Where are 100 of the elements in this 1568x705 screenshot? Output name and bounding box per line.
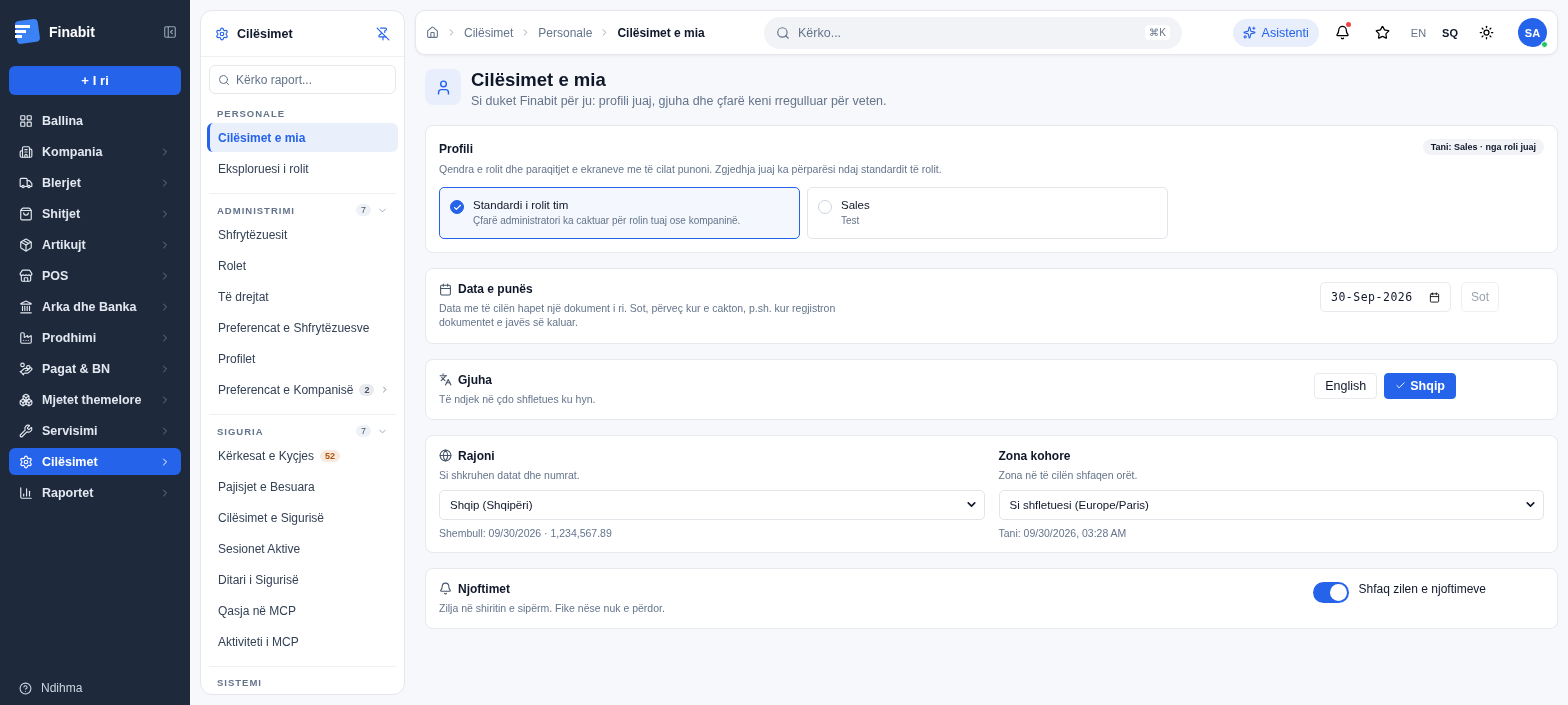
nav-item[interactable]: Pagat & BN [9,355,181,382]
panel-title: Cilësimet [237,26,294,41]
nav-icon [19,392,33,407]
nav-icon [19,144,33,159]
menu-item[interactable]: Qasja në MCP [207,596,398,625]
card-title: Rajoni [458,448,495,463]
nav-item[interactable]: Cilësimet [9,448,181,475]
card-description: Zona në të cilën shfaqen orët. [998,467,1139,482]
help-icon [19,681,32,695]
user-avatar[interactable]: SA [1518,18,1547,47]
menu-item[interactable]: Pajisjet e Besuara [207,472,398,501]
search-field[interactable]: Kërko raport... [209,65,396,94]
page-subtitle: Si duket Finabit për ju: profili juaj, gjuha dhe çfarë keni rregulluar për veten. [471,94,887,108]
nav-item[interactable]: Blerjet [9,169,181,196]
count-badge: 52 [320,449,341,462]
home-icon[interactable] [426,26,439,39]
menu-item[interactable]: Eksploruesi i rolit [207,154,398,183]
section-title: PERSONALE [217,108,287,119]
nav-icon [19,268,33,283]
nav-item[interactable]: Servisimi [9,417,181,444]
nav-item[interactable]: Shitjet [9,200,181,227]
nav-item[interactable]: Mjetet themelore [9,386,181,413]
menu-item[interactable]: Ditari i Sigurisë [207,565,398,594]
search-field[interactable]: Kërko... ⌘K [764,16,1182,49]
menu-item[interactable]: Preferencat e Kompanisë 2 [207,375,398,404]
card-title: Data e punës [458,282,533,297]
menu-item[interactable]: Të drejtat [207,282,398,311]
assistant-button[interactable]: Asistenti [1232,18,1319,47]
shortcut-hint: ⌘K [1145,25,1170,40]
card-title: Zona kohore [998,448,1071,463]
card-title: Njoftimet [458,581,510,596]
help-link[interactable]: Ndihma [9,681,181,695]
menu-item[interactable]: Preferencat e Shfrytëzuesve [207,313,398,342]
nav-item[interactable]: Prodhimi [9,324,181,351]
language-button[interactable]: Shqip [1384,372,1456,399]
settings-icon [215,26,229,41]
bell-icon [439,582,452,596]
nav-icon [19,361,33,376]
language-toggle[interactable]: SQ [1438,22,1462,43]
breadcrumb-link[interactable]: Cilësimet e mia [617,25,705,40]
toggle-switch[interactable] [1312,581,1349,603]
count-badge: 7 [356,204,371,216]
nav-icon [19,454,33,469]
user-icon [425,69,461,105]
sun-icon [1478,25,1494,40]
card-description: Zilja në shiritin e sipërm. Fike nëse nuk e përdor. [439,600,666,616]
radio-button[interactable] [450,200,464,215]
nav-icon [19,299,33,314]
menu-item[interactable]: Cilësimet e mia [207,123,398,152]
count-badge: 7 [356,425,371,437]
toggle-label: Shfaq zilen e njoftimeve [1358,581,1486,596]
example-text: Shembull: 09/30/2026 · 1,234,567.89 [439,526,613,539]
menu-item[interactable]: Sesionet Aktive [207,534,398,563]
card-description: Data me të cilën hapet një dokument i ri. Sot, përveç kur e cakton, p.sh. kur regjistron dokumentet e javës së kaluar. [439,301,837,330]
menu-item[interactable]: Rolet [207,251,398,280]
menu-item[interactable]: Kërkesat e Kyçjes 52 [207,441,398,470]
section-title: SIGURIA [217,425,265,437]
language-button[interactable]: English [1314,372,1378,399]
option-description: Çfarë administratori ka caktuar për rolin tuaj ose kompaninë. [473,215,741,227]
nav-item[interactable]: Raportet [9,479,181,506]
nav-item[interactable]: Kompania [9,138,181,165]
nav-item[interactable]: POS [9,262,181,289]
nav-icon [19,206,33,221]
card-description: Si shkruhen datat dhe numrat. [439,467,581,482]
region-select[interactable]: Shqip (Shqipëri) [439,489,985,520]
nav-icon [19,175,33,190]
check-icon [1395,380,1407,391]
translate-icon [439,373,452,386]
card-title: Profili [439,142,473,156]
app-name: Finabit [49,24,96,40]
menu-item[interactable]: Aktiviteti i MCP [207,627,398,656]
search-icon [218,73,230,86]
section-title: ADMINISTRIMI [217,204,296,216]
menu-item[interactable]: Shfrytëzuesit [207,220,398,249]
check-icon [452,202,462,212]
menu-item[interactable]: Profilet [207,344,398,373]
section-title: SISTEMI [217,677,263,688]
calendar-icon[interactable] [1429,291,1440,303]
status-pill: Tani: Sales · nga roli juaj [1422,139,1544,155]
breadcrumb-link[interactable]: Personale [538,25,593,40]
nav-icon [19,485,33,500]
timezone-select[interactable]: Si shfletuesi (Europe/Paris) [998,489,1544,520]
breadcrumb-link[interactable]: Cilësimet [464,25,514,40]
nav-item[interactable]: Artikujt [9,231,181,258]
card-description: Qendra e rolit dhe paraqitjet e ekraneve me të cilat punoni. Zgjedhja juaj ka përparësi ndaj standardit të rolit. [439,162,942,177]
new-button[interactable]: + I ri [9,66,181,95]
menu-item[interactable]: Cilësimet e Sigurisë [207,503,398,532]
nav-item[interactable]: Arka dhe Banka [9,293,181,320]
current-time-text: Tani: 09/30/2026, 03:28 AM [998,526,1128,539]
profile-option[interactable]: Sales Test [807,187,1168,240]
nav-icon [19,423,33,438]
option-description: Test [841,215,861,227]
sparkles-icon [1242,26,1256,39]
nav-item[interactable]: Ballina [9,107,181,134]
date-field[interactable]: 30-Sep-2026 [1320,282,1451,313]
language-toggle[interactable]: EN [1406,22,1431,43]
star-icon [1375,25,1391,40]
collapse-sidebar-icon[interactable] [163,25,177,39]
unpin-icon[interactable] [376,26,390,41]
profile-option[interactable]: Standardi i rolit tim Çfarë administratori ka caktuar për rolin tuaj ose kompaninë. [439,187,800,240]
